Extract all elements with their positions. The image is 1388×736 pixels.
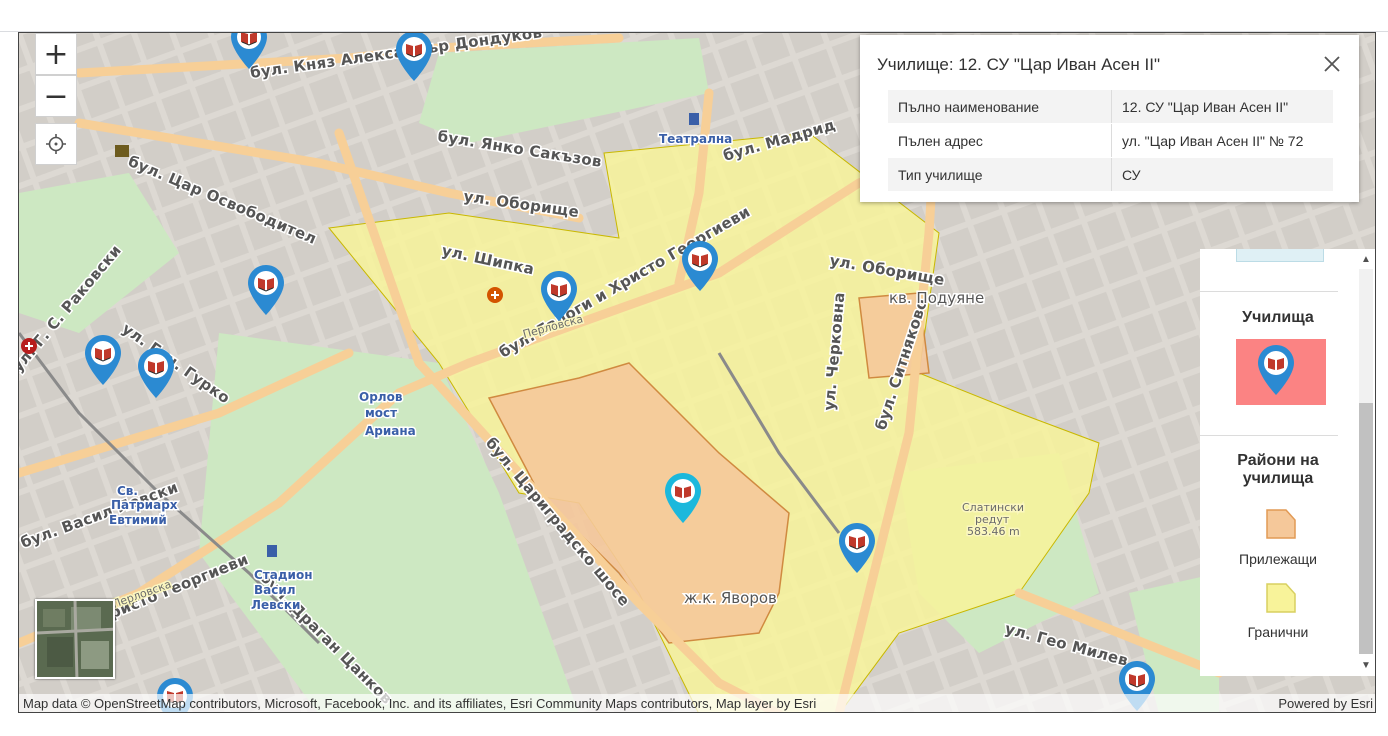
attribute-value: 12. СУ "Цар Иван Асен II" [1111,90,1333,124]
table-row: Пълен адрес ул. "Цар Иван Асен II" № 72 [888,123,1333,158]
basemap-toggle[interactable] [35,599,115,679]
place-label-yavorov: ж.к. Яворов [684,589,777,607]
poi-label-patriarh-1: Св. [117,484,138,498]
adjacent-district-swatch [1266,509,1296,539]
legend-districts-title-2: училища [1242,470,1314,487]
legend-swatch-partial [1236,249,1324,262]
satellite-thumbnail-icon [37,601,113,677]
metro-icon-2 [267,545,277,557]
legend-panel: Училища Райони на училища Прилежащи Гран… [1200,249,1356,676]
poi-label-orlov-2: мост [365,406,397,420]
map-view[interactable]: бул. Княз Александър Дондуков бул. Янко … [18,32,1376,713]
table-row: Пълно наименование 12. СУ "Цар Иван Асен… [888,90,1333,124]
castle-icon [115,145,129,157]
popup-attributes-table: Пълно наименование 12. СУ "Цар Иван Асен… [888,90,1333,192]
legend-districts-section: Райони на училища [1200,452,1356,488]
school-legend-icon [1236,339,1326,405]
poi-label-orlov-1: Орлов [359,390,403,404]
poi-label-patriarh-3: Евтимий [109,513,167,527]
locate-icon [46,134,66,154]
attribute-key: Пълно наименование [888,90,1112,124]
legend-districts-title-1: Райони на [1237,452,1319,469]
attribution-bar: Map data © OpenStreetMap contributors, M… [19,694,1375,712]
place-label-slatinski-3: 583.46 m [967,525,1020,538]
attribute-key: Тип училище [888,157,1112,192]
attribution-text: Map data © OpenStreetMap contributors, M… [23,695,817,711]
zoom-out-button[interactable]: − [35,75,77,117]
legend-adjacent-label: Прилежащи [1239,551,1317,567]
legend-divider [1200,435,1338,436]
poi-label-stadion-3: Левски [251,598,300,612]
poi-label-stadion-1: Стадион [254,568,313,582]
locate-button[interactable] [35,123,77,165]
attribute-value: ул. "Цар Иван Асен II" № 72 [1111,123,1333,158]
legend-scrollbar[interactable]: ▲ ▼ [1356,249,1375,676]
legend-schools-title: Училища [1242,309,1314,326]
powered-by-link[interactable]: Powered by Esri [1278,696,1373,711]
attribute-key: Пълен адрес [888,123,1112,158]
poi-label-stadion-2: Васил [254,583,296,597]
close-icon[interactable] [1321,53,1343,75]
poi-label-teatralna: Театрална [659,132,732,146]
attribute-value: СУ [1111,157,1333,192]
poi-label-ariana: Ариана [365,424,416,438]
scroll-up-icon[interactable]: ▲ [1361,255,1371,265]
feature-popup: Училище: 12. СУ "Цар Иван Асен II" Пълно… [860,35,1359,202]
popup-title: Училище: 12. СУ "Цар Иван Асен II" [877,55,1160,74]
table-row: Тип училище СУ [888,157,1333,192]
place-label-podyane: кв. Подуяне [889,289,984,307]
border-district-swatch [1266,583,1296,613]
scrollbar-thumb[interactable] [1359,403,1373,654]
zoom-in-button[interactable]: + [35,33,77,75]
legend-schools-section: Училища [1200,309,1356,327]
legend-border-label: Гранични [1247,624,1309,640]
metro-icon [689,113,699,125]
scroll-down-icon[interactable]: ▼ [1361,661,1371,671]
legend-divider [1200,291,1338,292]
poi-label-patriarh-2: Патриарх [111,498,178,512]
